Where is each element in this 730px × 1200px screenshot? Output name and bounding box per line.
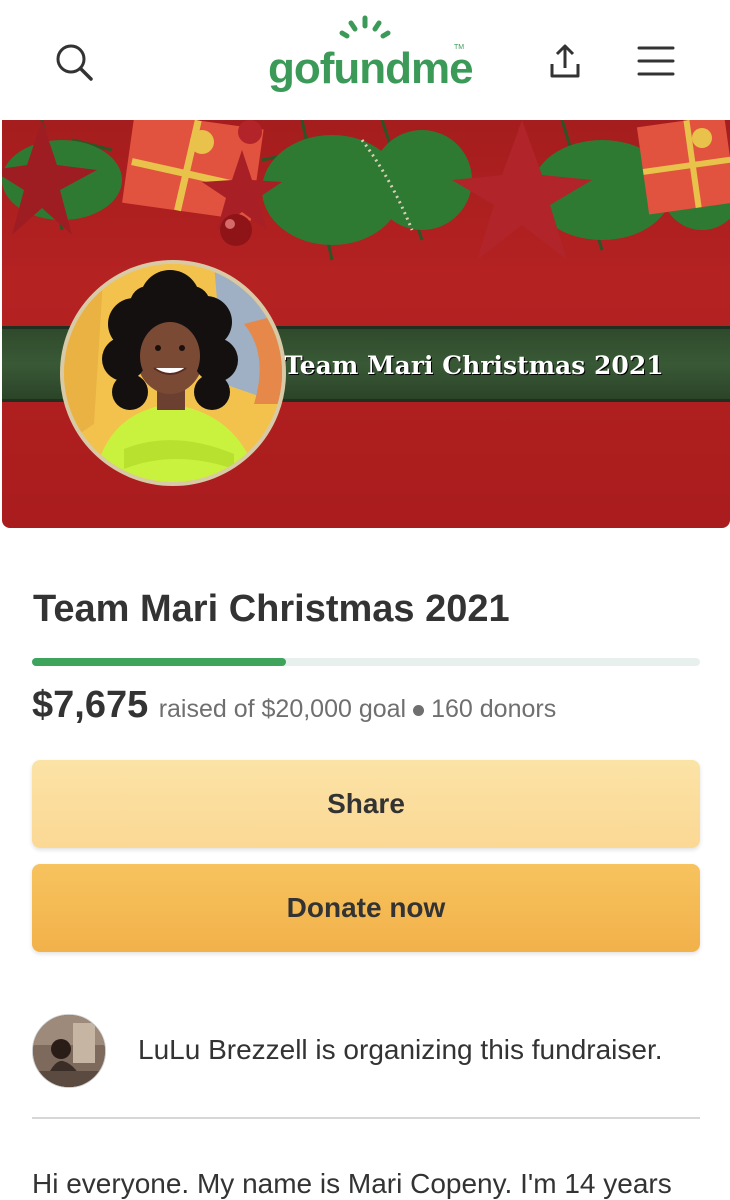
search-button[interactable] <box>48 38 100 86</box>
organizer-text: LuLu Brezzell is organizing this fundrai… <box>138 1034 663 1065</box>
campaign-story-text: Hi everyone. My name is Mari Copeny. I'm… <box>32 1168 672 1199</box>
campaign-profile-photo <box>60 260 286 486</box>
gofundme-logo[interactable]: gofundme TM <box>262 14 474 94</box>
person-portrait-image <box>64 264 282 482</box>
logo-wordmark: gofundme <box>268 44 474 93</box>
menu-icon <box>637 46 675 76</box>
fundraising-stats: $7,675 raised of $20,000 goal 160 donors <box>32 684 556 727</box>
amount-raised: $7,675 <box>32 684 149 726</box>
section-divider <box>32 1117 700 1119</box>
sunrise-logo-icon <box>339 15 391 39</box>
share-icon <box>550 44 580 78</box>
christmas-garland-decoration <box>2 120 730 261</box>
organizer-avatar <box>32 1014 106 1088</box>
fundraising-progress-fill <box>32 658 286 666</box>
separator-dot <box>413 705 425 717</box>
fundraising-progress-bar <box>32 658 700 666</box>
organizer-row[interactable]: LuLu Brezzell is organizing this fundrai… <box>32 1012 700 1090</box>
organizer-photo-image <box>33 1015 105 1087</box>
top-navigation-bar: gofundme TM <box>0 0 730 120</box>
campaign-title: Team Mari Christmas 2021 <box>33 588 510 630</box>
search-icon <box>56 44 93 81</box>
donor-count: 160 donors <box>431 695 557 723</box>
menu-button[interactable] <box>630 38 682 84</box>
trademark-mark: TM <box>454 44 465 51</box>
campaign-cover-image[interactable]: Team Mari Christmas 2021 <box>2 120 730 528</box>
share-button[interactable]: Share <box>32 760 700 848</box>
goal-text: raised of $20,000 goal <box>158 695 407 723</box>
banner-ribbon-text: Team Mari Christmas 2021 <box>284 351 664 380</box>
donate-now-button[interactable]: Donate now <box>32 864 700 952</box>
share-page-button[interactable] <box>540 36 590 86</box>
